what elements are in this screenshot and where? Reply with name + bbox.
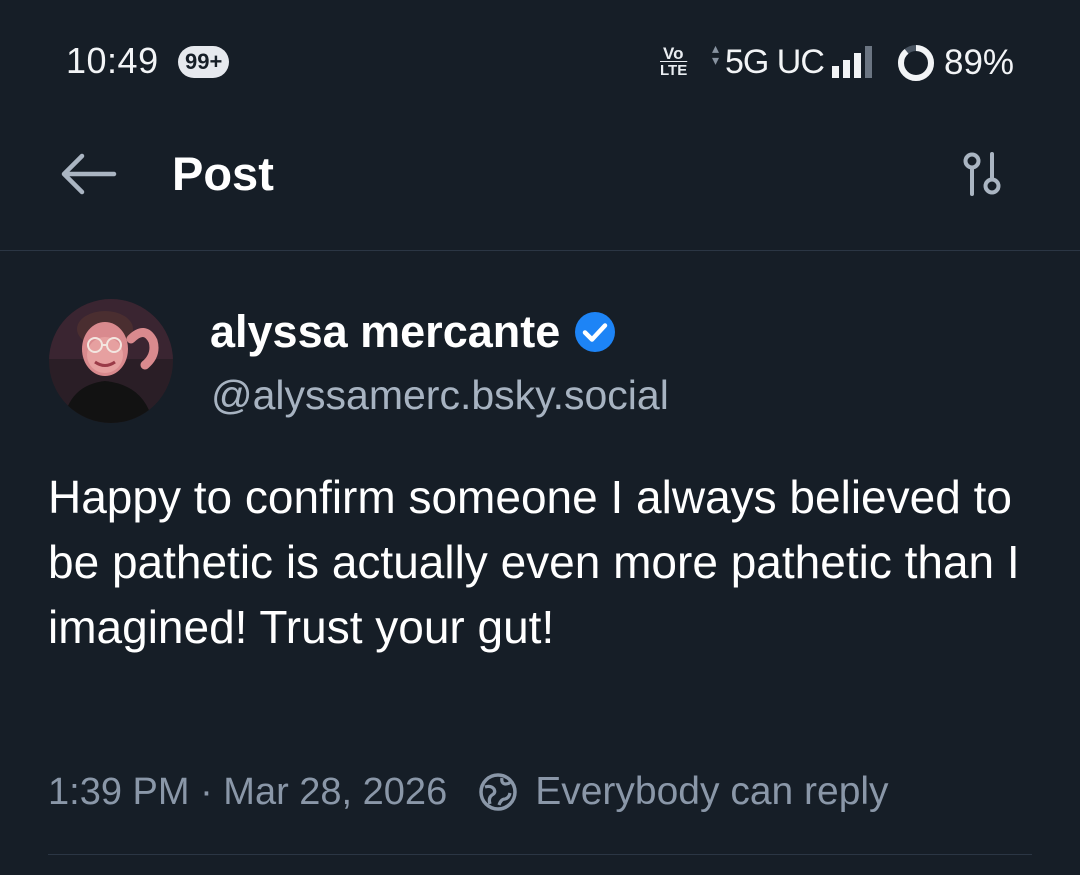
signal-strength-icon (832, 46, 872, 78)
arrow-left-icon (61, 153, 117, 195)
data-activity-icon: ▴ ▾ (712, 40, 720, 68)
back-button[interactable] (52, 146, 126, 202)
sliders-icon (963, 152, 1001, 196)
network-type: 5G UC (725, 43, 825, 81)
post-text: Happy to confirm someone I always believ… (48, 471, 1020, 653)
battery-icon (898, 45, 934, 81)
page-title: Post (172, 147, 274, 200)
status-time: 10:49 (66, 40, 159, 81)
notification-badge: 99+ (178, 46, 230, 78)
display-name[interactable]: alyssa mercante (210, 306, 616, 358)
volte-label-top: Vo (663, 44, 684, 63)
post-timestamp: 1:39 PM · Mar 28, 2026 (48, 770, 448, 813)
volte-icon: Vo LTE (660, 44, 696, 84)
reply-setting-label: Everybody can reply (535, 770, 889, 813)
volte-label-bottom: LTE (660, 62, 688, 79)
verified-check-icon (575, 312, 616, 352)
battery-percent: 89% (944, 43, 1015, 82)
reply-setting-button[interactable]: Everybody can reply (477, 770, 889, 814)
globe-icon (479, 773, 517, 811)
post-screen: 10:49 99+ Vo LTE ▴ ▾ 5G UC 89% Post alys… (0, 0, 1080, 875)
thread-settings-button[interactable] (956, 148, 1014, 200)
divider (48, 854, 1032, 855)
post-meta: 1:39 PM · Mar 28, 2026 Everybody can rep… (48, 766, 889, 818)
status-bar: 10:49 99+ Vo LTE ▴ ▾ 5G UC 89% (0, 0, 1080, 120)
avatar[interactable] (49, 299, 173, 423)
avatar-image (49, 299, 173, 423)
top-app-bar: Post (0, 120, 1080, 251)
author-handle[interactable]: @alyssamerc.bsky.social (211, 372, 669, 419)
display-name-text: alyssa mercante (210, 306, 561, 357)
